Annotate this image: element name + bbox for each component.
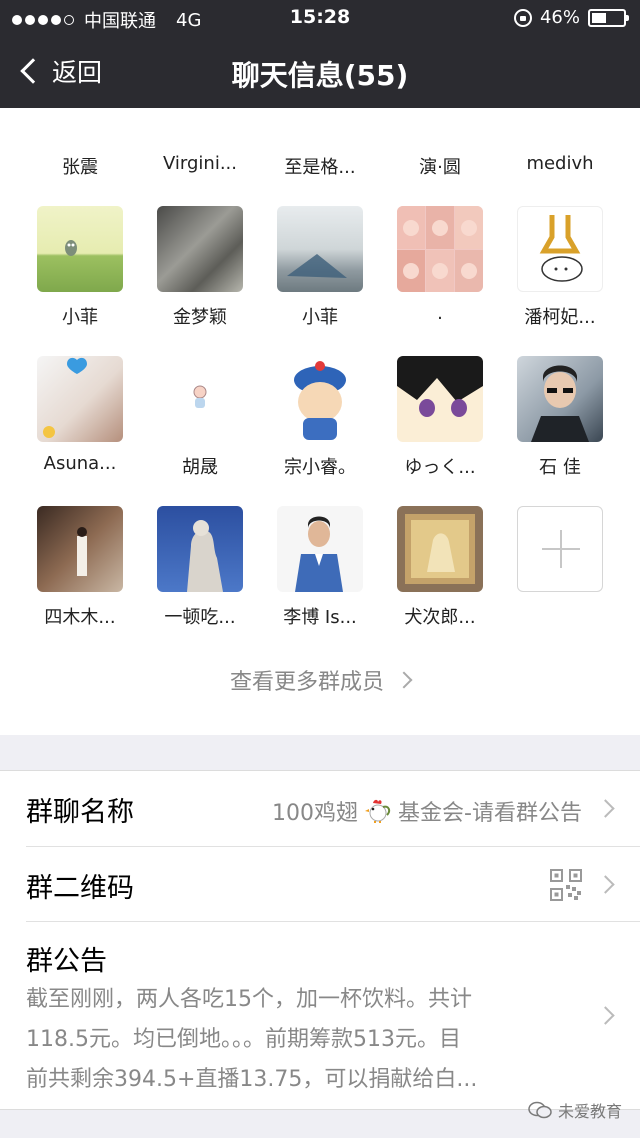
member-cell[interactable]: 至是格... [260, 108, 380, 178]
group-name-prefix: 100鸡翅 [272, 801, 359, 826]
member-cell[interactable]: Virgini... [140, 108, 260, 174]
member-cell[interactable]: Asuna... [20, 356, 140, 496]
battery-percent: 46% [539, 7, 580, 28]
group-name-row[interactable]: 群聊名称 100鸡翅 基金会-请看群公告 [0, 771, 640, 846]
avatar [517, 356, 603, 442]
member-name: 演·圆 [419, 157, 461, 178]
member-cell[interactable]: 金梦颖 [140, 206, 260, 346]
qr-code-row[interactable]: 群二维码 [0, 847, 640, 922]
member-name: Asuna... [43, 453, 117, 474]
notice-line: 截至刚刚，两人各吃15个，加一杯饮料。共计 [26, 987, 472, 1012]
member-name: 胡晟 [182, 457, 218, 478]
member-name: . [437, 303, 443, 324]
member-name: Virgini... [162, 153, 237, 174]
avatar [277, 356, 363, 442]
group-notice-row[interactable]: 群公告 截至刚刚，两人各吃15个，加一杯饮料。共计 118.5元。均已倒地。。。… [0, 922, 640, 1110]
group-settings-list: 群聊名称 100鸡翅 基金会-请看群公告 群二维码 群公告 截至刚刚，两人各吃1… [0, 770, 640, 1110]
chevron-right-icon [395, 671, 413, 689]
member-name: 潘柯妃... [524, 307, 596, 328]
avatar [277, 506, 363, 592]
member-cell[interactable]: 一顿吃... [140, 506, 260, 646]
chevron-right-icon [596, 875, 615, 894]
avatar [157, 206, 243, 292]
member-name: 至是格... [284, 157, 356, 178]
group-notice-text: 截至刚刚，两人各吃15个，加一杯饮料。共计 118.5元。均已倒地。。。前期筹款… [26, 980, 566, 1100]
group-name-label: 群聊名称 [26, 797, 134, 828]
orientation-lock-icon [513, 8, 532, 27]
member-cell[interactable]: 犬次郎... [380, 506, 500, 646]
avatar [37, 206, 123, 292]
battery-fill [592, 12, 606, 23]
notice-line: 前共剩余394.5+直播13.75，可以捐献给白... [26, 1067, 478, 1092]
chevron-right-icon [596, 1006, 615, 1025]
member-cell[interactable]: 张震 [20, 108, 140, 178]
member-name: 犬次郎... [404, 607, 476, 628]
member-cell[interactable]: 胡晟 [140, 356, 260, 496]
navigation-bar: 返回 聊天信息(55) [0, 36, 640, 108]
avatar [37, 506, 123, 592]
avatar [37, 356, 123, 442]
member-cell[interactable]: 宗小睿。 [260, 356, 380, 496]
member-name: 张震 [62, 157, 98, 178]
member-name: 一顿吃... [164, 607, 236, 628]
qr-code-label: 群二维码 [26, 873, 134, 904]
group-name-value: 100鸡翅 基金会-请看群公告 [272, 795, 582, 827]
qr-code-icon [550, 869, 582, 901]
member-name: 宗小睿。 [284, 457, 356, 478]
avatar [157, 506, 243, 592]
chevron-right-icon [596, 799, 615, 818]
view-more-label: 查看更多群成员 [229, 670, 384, 695]
member-name: 石 佳 [539, 457, 581, 478]
member-cell[interactable]: ゆっく... [380, 356, 500, 496]
member-cell[interactable]: 石 佳 [500, 356, 620, 496]
member-name: 小菲 [62, 307, 98, 328]
watermark: 未爱教育 [528, 1098, 622, 1122]
avatar [517, 206, 603, 292]
members-grid: 张震 Virgini... 至是格... 演·圆 medivh 小菲 金梦颖 小… [0, 108, 640, 735]
page-title: 聊天信息(55) [231, 59, 409, 92]
add-member-box [517, 506, 603, 592]
wechat-logo-icon [528, 1101, 552, 1119]
member-name: 小菲 [302, 307, 338, 328]
member-cell[interactable]: 李博 Is... [260, 506, 380, 646]
member-cell[interactable]: 潘柯妃... [500, 206, 620, 346]
add-member-button[interactable] [500, 506, 620, 646]
member-cell[interactable]: 小菲 [260, 206, 380, 346]
top-bar: 中国联通 4G 15:28 46% 返回 聊天信息(55) [0, 0, 640, 108]
member-cell[interactable]: 演·圆 [380, 108, 500, 178]
group-notice-label: 群公告 [26, 946, 107, 977]
rooster-emoji-icon [365, 799, 391, 823]
member-cell[interactable]: 四木木... [20, 506, 140, 646]
member-name: 四木木... [44, 607, 116, 628]
plus-icon-vertical [560, 530, 562, 568]
member-name: 金梦颖 [173, 307, 227, 328]
group-name-suffix: 基金会-请看群公告 [398, 801, 582, 826]
status-right: 46% [513, 7, 629, 28]
member-name: 李博 Is... [283, 607, 357, 628]
notice-line: 118.5元。均已倒地。。。前期筹款513元。目 [26, 1027, 461, 1052]
member-name: ゆっく... [404, 457, 476, 478]
avatar [157, 356, 243, 442]
member-cell[interactable]: medivh [500, 108, 620, 174]
view-more-members-link[interactable]: 查看更多群成员 [0, 664, 640, 696]
avatar [397, 206, 483, 292]
member-name: medivh [526, 153, 594, 174]
avatar [397, 506, 483, 592]
avatar [397, 356, 483, 442]
watermark-label: 未爱教育 [557, 1102, 622, 1121]
status-bar: 中国联通 4G 15:28 46% [0, 0, 640, 36]
avatar [277, 206, 363, 292]
member-cell[interactable]: 小菲 [20, 206, 140, 346]
battery-icon [588, 8, 629, 27]
member-cell[interactable]: . [380, 206, 500, 346]
